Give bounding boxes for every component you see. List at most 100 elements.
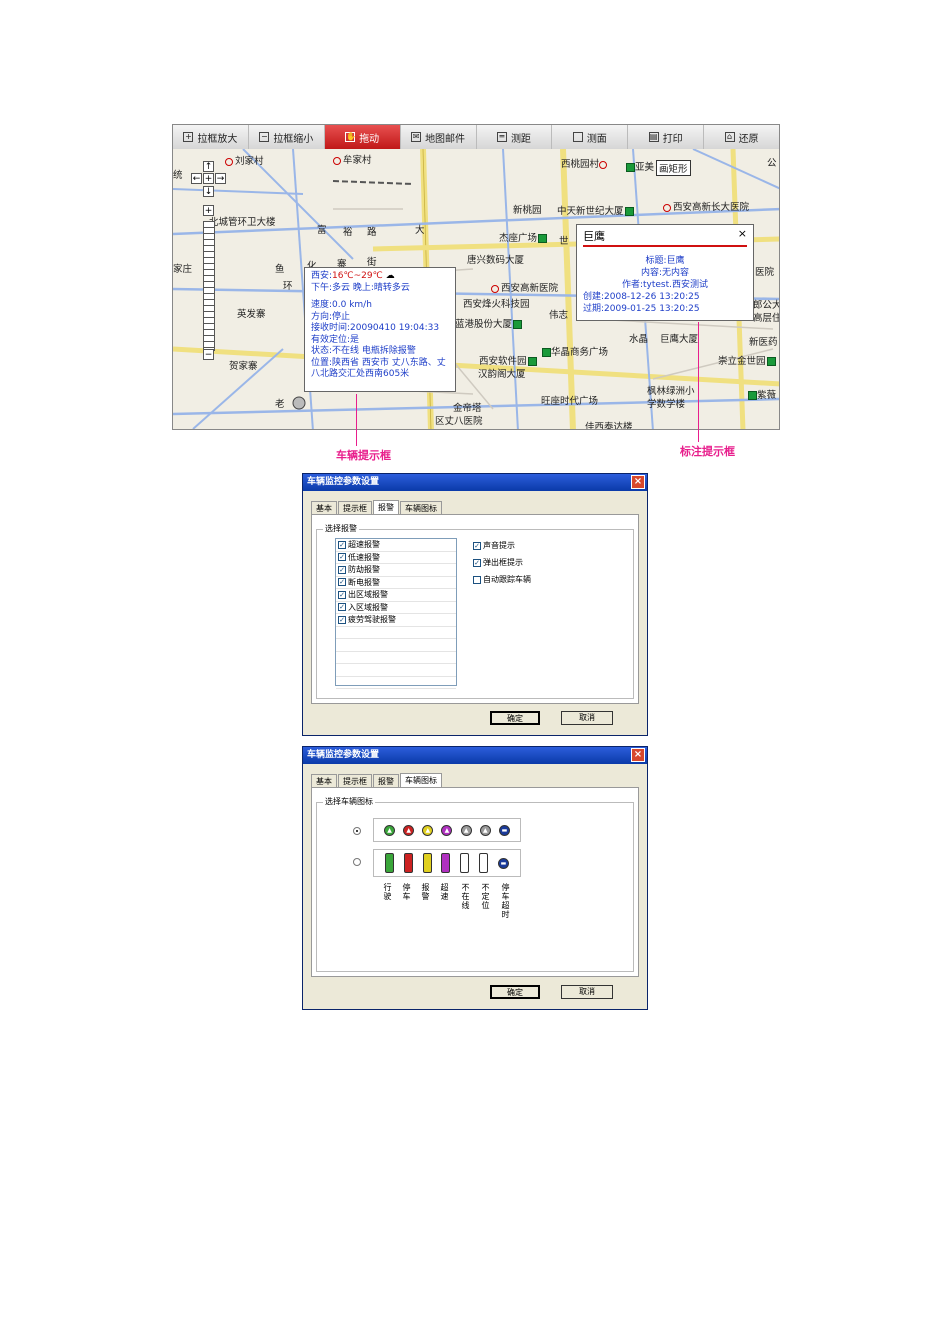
vehicle-offline-round-icon: ▲ xyxy=(460,824,472,836)
vehicle-parked-car-icon xyxy=(403,853,413,873)
sound-alert-option[interactable]: ✓ 声音提示 xyxy=(473,540,515,551)
map-label: 西安软件园 xyxy=(479,353,537,367)
restore-button[interactable]: ⌂ 还原 xyxy=(704,125,779,149)
vehicle-callout-line xyxy=(356,394,357,446)
zoom-out-box-button[interactable]: − 拉框缩小 xyxy=(249,125,325,149)
checkbox[interactable]: ✓ xyxy=(338,553,346,562)
tab-tooltip[interactable]: 提示框 xyxy=(338,501,372,515)
pan-button[interactable]: ✋ 拖动 xyxy=(324,125,401,149)
zoom-out-button[interactable]: − xyxy=(203,349,214,360)
tab-vehicle-icon[interactable]: 车辆图标 xyxy=(400,773,442,787)
checkbox[interactable]: ✓ xyxy=(338,590,346,599)
list-item[interactable]: ✓ 入区域报警 xyxy=(336,602,456,614)
auto-track-option[interactable]: 自动跟踪车辆 xyxy=(473,574,531,585)
close-icon[interactable]: × xyxy=(631,475,645,489)
zoom-in-button[interactable]: + xyxy=(203,205,214,216)
map-label: 裕 xyxy=(343,227,353,238)
tab-tooltip[interactable]: 提示框 xyxy=(338,774,372,788)
tab-alarm[interactable]: 报警 xyxy=(373,500,399,514)
ok-button[interactable]: 确定 xyxy=(490,711,540,725)
annotation-callout-label: 标注提示框 xyxy=(680,445,735,458)
list-item[interactable]: ✓ 断电报警 xyxy=(336,577,456,589)
draw-rectangle-tooltip: 画矩形 xyxy=(656,160,691,176)
map-label: 西安高新长大医院 xyxy=(663,199,749,213)
vehicle-direction: 方向:停止 xyxy=(311,311,351,322)
zoom-slider[interactable] xyxy=(203,221,215,351)
alarm-list[interactable]: ✓ 超速报警 ✓ 低速报警 ✓ 防劫报警 ✓ 断电报警 ✓ 出区域报警 ✓ 入区域报警 ✓ 疲… xyxy=(335,538,457,689)
dialog-title: 车辆监控参数设置 xyxy=(307,750,380,760)
list-item xyxy=(336,627,456,639)
list-item[interactable]: ✓ 防劫报警 xyxy=(336,564,456,577)
tab-basic[interactable]: 基本 xyxy=(311,501,337,515)
cancel-button[interactable]: 取消 xyxy=(561,985,613,999)
measure-area-button[interactable]: 测面 xyxy=(552,125,629,149)
group-title: 选择车辆图标 xyxy=(323,796,375,807)
map-label: 世 xyxy=(559,236,569,247)
popup-alert-option[interactable]: ✓ 弹出框提示 xyxy=(473,557,523,568)
list-item[interactable]: ✓ 超速报警 xyxy=(336,539,456,552)
checkbox[interactable] xyxy=(473,575,481,584)
map-label: 富 xyxy=(317,225,327,236)
vehicle-offline-car-icon xyxy=(460,853,470,873)
checkbox[interactable]: ✓ xyxy=(338,578,346,587)
pan-up-button[interactable]: ↑ xyxy=(203,161,214,172)
list-item[interactable]: ✓ 出区域报警 xyxy=(336,589,456,602)
map-label: 路 xyxy=(367,227,377,238)
annotation-callout-line xyxy=(698,322,699,442)
vehicle-parked-round-icon: ▲ xyxy=(403,824,415,836)
checkbox[interactable]: ✓ xyxy=(473,541,481,550)
map-label: 西安高新医院 xyxy=(491,280,558,294)
round-icon-radio[interactable] xyxy=(353,827,361,835)
vehicle-status: 状态:不在线 电瓶拆除报警 xyxy=(311,346,416,356)
checkbox[interactable]: ✓ xyxy=(338,565,346,574)
pan-down-button[interactable]: ↓ xyxy=(203,186,214,197)
pan-hand-icon: ✋ xyxy=(345,132,357,142)
map-label: 伟志 xyxy=(549,310,569,321)
vehicle-driving-car-icon xyxy=(384,853,394,873)
state-label: 报警 xyxy=(421,883,430,901)
zoom-in-box-button[interactable]: + 拉框放大 xyxy=(173,125,249,149)
list-item[interactable]: ✓ 低速报警 xyxy=(336,552,456,564)
annotation-info-popup: 巨鹰 × 标题:巨鹰 内容:无内容 作者:tytest.西安测试 创建:2008… xyxy=(576,224,754,321)
close-icon[interactable]: × xyxy=(631,748,645,762)
weather-city: 西安: xyxy=(311,271,333,281)
map-label: 高层住 xyxy=(753,313,780,324)
state-label: 不定位 xyxy=(481,883,490,910)
map-label: 英发寨 xyxy=(237,309,266,320)
tab-vehicle-icon[interactable]: 车辆图标 xyxy=(400,501,442,515)
car-icon-set[interactable]: ▬ xyxy=(373,849,521,877)
vehicle-speeding-car-icon xyxy=(441,853,451,873)
measure-distance-button[interactable]: ═ 测距 xyxy=(477,125,553,149)
map-panel[interactable]: + 拉框放大 − 拉框缩小 ✋ 拖动 ✉ 地图邮件 ═ 测距 测面 ▤ 打印 ⌂ 还原 xyxy=(172,124,780,430)
map-label: 新桃园 xyxy=(513,205,542,216)
pan-center-button[interactable]: + xyxy=(203,173,214,184)
map-label: 老 xyxy=(275,399,285,410)
checkbox[interactable]: ✓ xyxy=(338,615,346,624)
annotation-close-icon[interactable]: × xyxy=(738,227,747,240)
measure-area-icon xyxy=(572,132,583,142)
annotation-label-title: 标题:巨鹰 xyxy=(645,256,685,266)
map-mail-button[interactable]: ✉ 地图邮件 xyxy=(401,125,477,149)
weather-icon: ☁ xyxy=(385,271,395,281)
map-label: 街 xyxy=(367,257,377,268)
checkbox[interactable]: ✓ xyxy=(473,558,481,567)
group-title: 选择报警 xyxy=(323,523,359,534)
vehicle-recv-time: 接收时间:20090410 19:04:33 xyxy=(311,323,440,333)
ok-button[interactable]: 确定 xyxy=(490,985,540,999)
pan-right-button[interactable]: → xyxy=(215,173,226,184)
list-item[interactable]: ✓ 疲劳驾驶报警 xyxy=(336,614,456,627)
map-label: 家庄 xyxy=(173,264,193,275)
car-icon-radio[interactable] xyxy=(353,858,361,866)
vehicle-parked-timeout-round-icon: ▬ xyxy=(498,824,510,836)
tab-alarm[interactable]: 报警 xyxy=(373,774,399,788)
pan-left-button[interactable]: ← xyxy=(191,173,202,184)
map-mail-icon: ✉ xyxy=(411,132,422,142)
map-label: 郎公大 xyxy=(753,300,780,311)
checkbox[interactable]: ✓ xyxy=(338,540,346,549)
cancel-button[interactable]: 取消 xyxy=(561,711,613,725)
tab-basic[interactable]: 基本 xyxy=(311,774,337,788)
weather-temp: 16℃~29℃ xyxy=(332,271,383,281)
checkbox[interactable]: ✓ xyxy=(338,603,346,612)
round-icon-set[interactable]: ▲ ▲ ▲ ▲ ▲ ▲ ▬ xyxy=(373,818,521,842)
print-button[interactable]: ▤ 打印 xyxy=(628,125,705,149)
